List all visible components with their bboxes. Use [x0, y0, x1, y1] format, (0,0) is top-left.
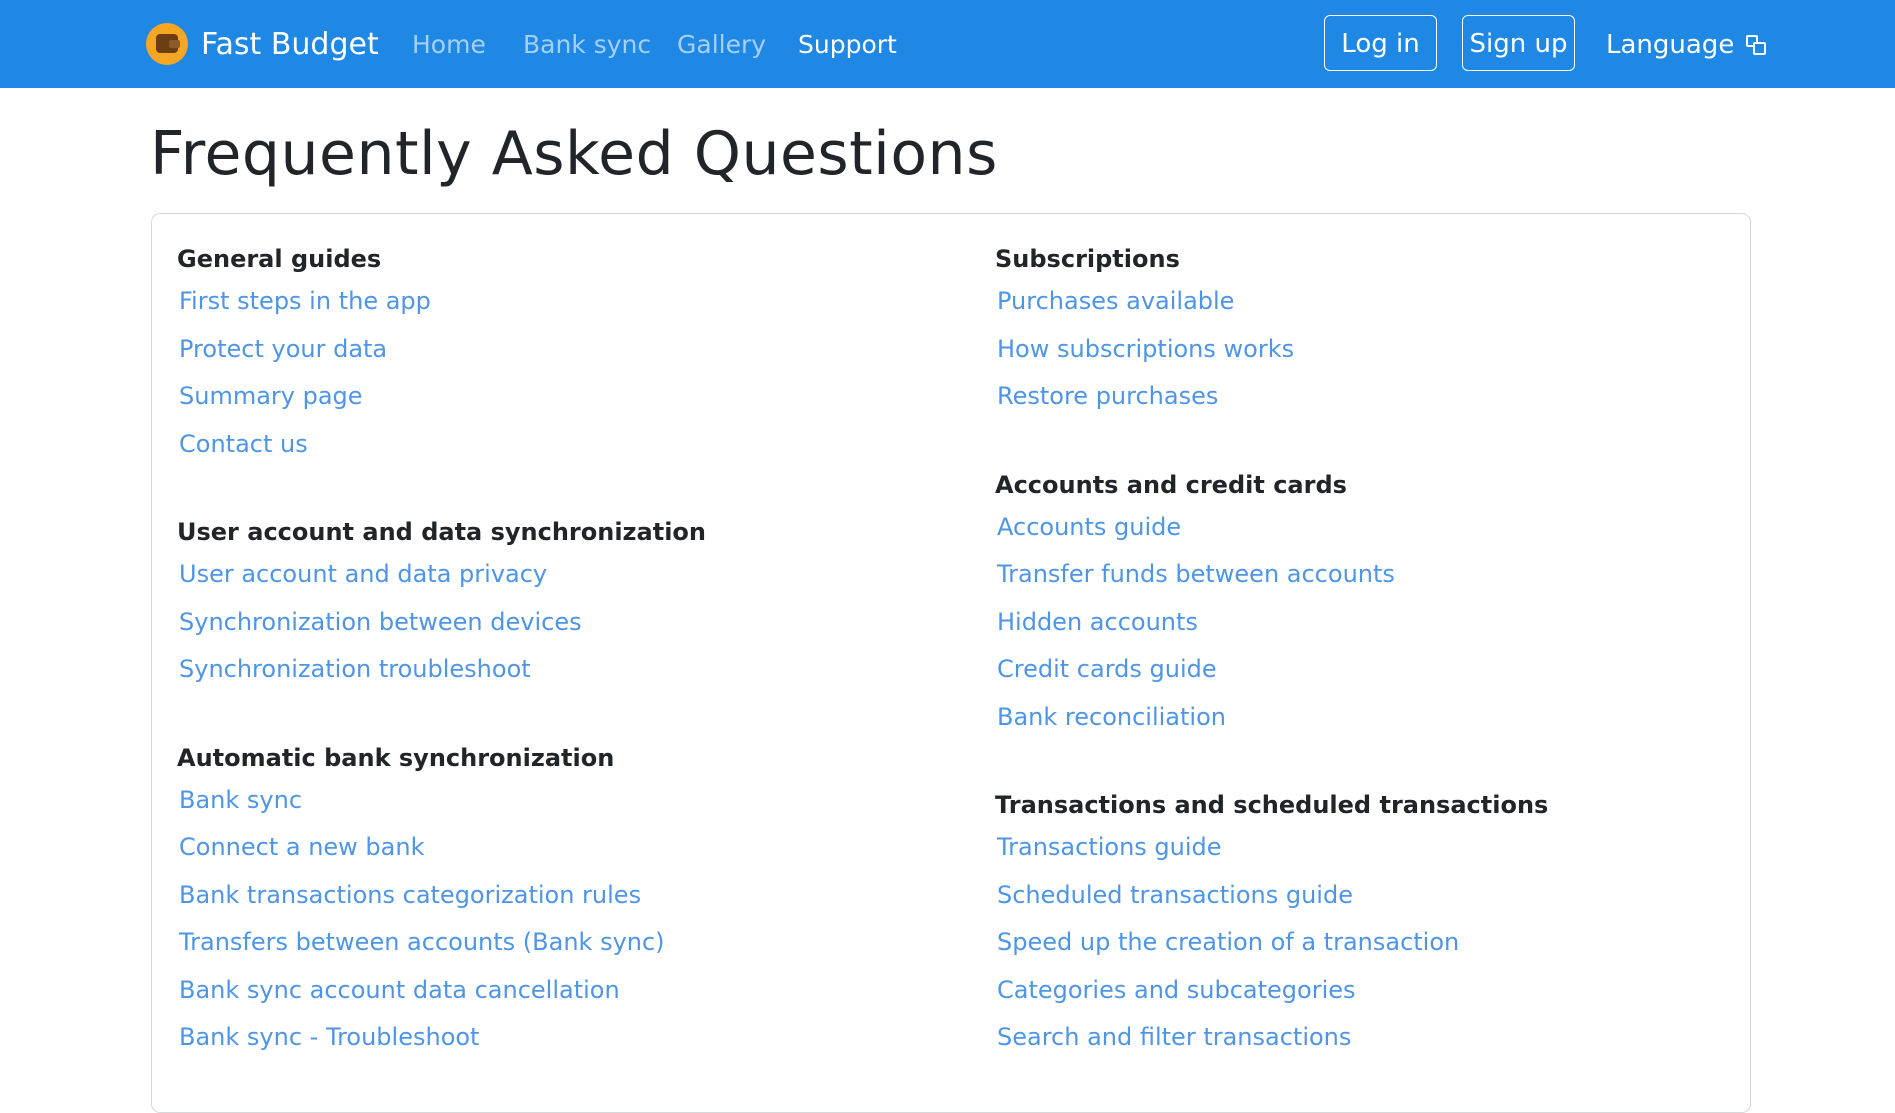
faq-link[interactable]: Restore purchases — [995, 373, 1548, 421]
faq-link[interactable]: Synchronization troubleshoot — [177, 646, 706, 694]
faq-link[interactable]: Protect your data — [177, 326, 706, 374]
faq-section-transactions: Transactions and scheduled transactions … — [995, 786, 1548, 1062]
brand-link[interactable]: Fast Budget — [146, 22, 379, 66]
faq-section-general-guides: General guides First steps in the app Pr… — [177, 240, 706, 468]
faq-link[interactable]: Search and filter transactions — [995, 1014, 1548, 1062]
brand-name: Fast Budget — [201, 26, 379, 62]
faq-link[interactable]: Bank transactions categorization rules — [177, 872, 706, 920]
faq-link[interactable]: Transfers between accounts (Bank sync) — [177, 919, 706, 967]
section-title: General guides — [177, 245, 382, 273]
faq-section-accounts: Accounts and credit cards Accounts guide… — [995, 466, 1548, 742]
nav-link-gallery[interactable]: Gallery — [677, 26, 766, 64]
faq-column-left: General guides First steps in the app Pr… — [177, 240, 706, 1107]
signup-button[interactable]: Sign up — [1462, 15, 1575, 71]
section-title: Subscriptions — [995, 245, 1180, 273]
faq-link[interactable]: Summary page — [177, 373, 706, 421]
faq-link[interactable]: Bank sync account data cancellation — [177, 967, 706, 1015]
login-button[interactable]: Log in — [1324, 15, 1437, 71]
faq-link[interactable]: Connect a new bank — [177, 824, 706, 872]
faq-link[interactable]: Contact us — [177, 421, 706, 469]
faq-link[interactable]: First steps in the app — [177, 278, 706, 326]
nav-link-home[interactable]: Home — [412, 26, 486, 64]
faq-link[interactable]: How subscriptions works — [995, 326, 1548, 374]
faq-link[interactable]: Synchronization between devices — [177, 599, 706, 647]
top-navbar: Fast Budget Home Bank sync Gallery Suppo… — [0, 0, 1895, 88]
section-title: Transactions and scheduled transactions — [995, 791, 1549, 819]
nav-link-support[interactable]: Support — [798, 26, 897, 64]
faq-column-right: Subscriptions Purchases available How su… — [995, 240, 1548, 1107]
language-label: Language — [1606, 30, 1735, 60]
faq-section-subscriptions: Subscriptions Purchases available How su… — [995, 240, 1548, 421]
faq-link[interactable]: Scheduled transactions guide — [995, 872, 1548, 920]
page-title: Frequently Asked Questions — [150, 119, 998, 189]
section-title: Automatic bank synchronization — [177, 743, 615, 772]
faq-section-bank-sync: Automatic bank synchronization Bank sync… — [177, 739, 706, 1062]
nav-link-bank-sync[interactable]: Bank sync — [523, 26, 651, 64]
faq-link[interactable]: Bank sync - Troubleshoot — [177, 1014, 706, 1062]
faq-link[interactable]: Transactions guide — [995, 824, 1548, 872]
faq-link[interactable]: Accounts guide — [995, 504, 1548, 552]
faq-link[interactable]: Hidden accounts — [995, 599, 1548, 647]
faq-link[interactable]: Categories and subcategories — [995, 967, 1548, 1015]
faq-link[interactable]: Credit cards guide — [995, 646, 1548, 694]
wallet-logo-icon — [146, 23, 188, 65]
section-title: User account and data synchronization — [177, 518, 706, 546]
faq-link[interactable]: Bank sync — [177, 777, 706, 825]
faq-link[interactable]: Purchases available — [995, 278, 1548, 326]
section-title: Accounts and credit cards — [995, 470, 1347, 499]
faq-link[interactable]: Bank reconciliation — [995, 694, 1548, 742]
faq-section-user-account: User account and data synchronization Us… — [177, 513, 706, 694]
faq-link[interactable]: Transfer funds between accounts — [995, 551, 1548, 599]
faq-link[interactable]: Speed up the creation of a transaction — [995, 919, 1548, 967]
language-selector[interactable]: Language — [1606, 26, 1767, 64]
faq-link[interactable]: User account and data privacy — [177, 551, 706, 599]
translate-icon — [1746, 35, 1767, 55]
